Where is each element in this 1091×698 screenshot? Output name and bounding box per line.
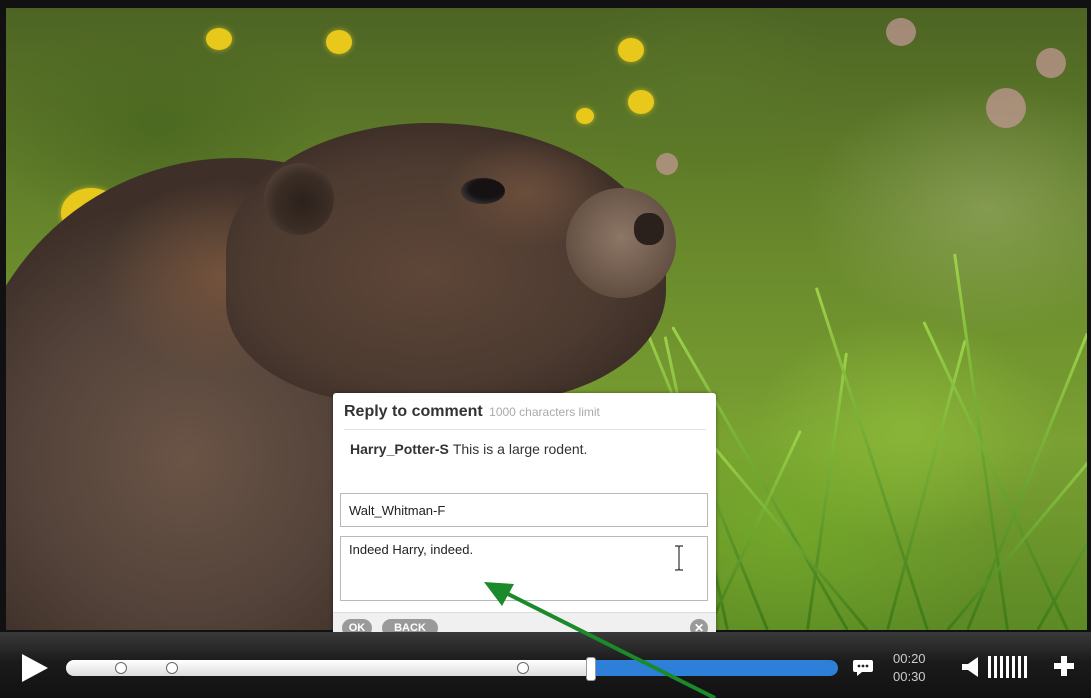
grass-blade — [806, 352, 848, 630]
marmot-snout — [566, 188, 676, 298]
play-icon[interactable] — [18, 652, 50, 684]
video-player: Reply to comment 1000 characters limit H… — [0, 0, 1091, 698]
time-display: 00:20 00:30 — [893, 650, 926, 686]
quoted-comment: Harry_Potter-S This is a large rodent. — [350, 441, 704, 457]
marmot-ear — [264, 163, 334, 235]
speech-bubble-icon[interactable] — [852, 658, 874, 678]
player-controls: 00:20 00:30 — [0, 632, 1091, 698]
marmot-eye — [461, 178, 505, 204]
seek-bar-played — [66, 660, 591, 676]
yellow-flower — [206, 28, 232, 50]
yellow-flower — [628, 90, 654, 114]
volume-bar — [988, 656, 991, 678]
yellow-flower — [576, 108, 594, 124]
seek-handle[interactable] — [585, 657, 596, 681]
reply-dialog: Reply to comment 1000 characters limit H… — [333, 393, 716, 652]
speaker-icon[interactable] — [960, 656, 984, 678]
quoted-author: Harry_Potter-S — [350, 441, 449, 457]
volume-bar — [1024, 656, 1027, 678]
comment-marker[interactable] — [517, 662, 529, 674]
pink-flower — [886, 18, 916, 46]
char-limit-note: 1000 characters limit — [489, 405, 600, 419]
comment-marker[interactable] — [115, 662, 127, 674]
grass-blade — [946, 437, 1087, 630]
volume-bar — [994, 656, 997, 678]
plus-icon[interactable] — [1052, 654, 1076, 678]
comment-textarea[interactable]: Indeed Harry, indeed. — [340, 536, 708, 601]
grass-blade — [1036, 369, 1087, 630]
volume-bar — [1000, 656, 1003, 678]
comment-marker[interactable] — [166, 662, 178, 674]
yellow-flower — [618, 38, 644, 62]
current-time: 00:20 — [893, 651, 926, 666]
dialog-title: Reply to comment — [344, 403, 483, 420]
name-input[interactable] — [340, 493, 708, 527]
pink-flower — [986, 88, 1026, 128]
yellow-flower — [326, 30, 352, 54]
volume-bar — [1012, 656, 1015, 678]
seek-bar[interactable] — [66, 660, 838, 676]
volume-slider[interactable] — [988, 656, 1042, 678]
grass-blade — [712, 445, 869, 630]
dialog-header: Reply to comment 1000 characters limit — [344, 403, 706, 430]
total-time: 00:30 — [893, 669, 926, 684]
pink-flower — [1036, 48, 1066, 78]
text-cursor-icon — [675, 545, 683, 571]
marmot-nose — [634, 213, 664, 245]
volume-bar — [1018, 656, 1021, 678]
pink-flower — [656, 153, 678, 175]
quoted-text: This is a large rodent. — [452, 441, 588, 457]
grass-blade — [922, 321, 1069, 630]
volume-bar — [1006, 656, 1009, 678]
